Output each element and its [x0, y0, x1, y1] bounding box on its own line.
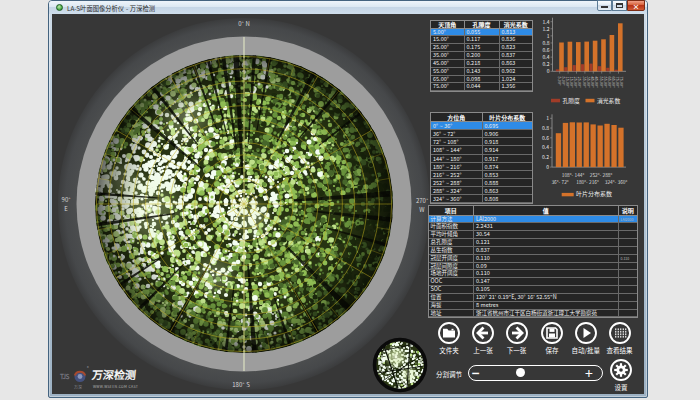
svg-text:0: 0: [546, 163, 549, 170]
svg-text:0.4: 0.4: [542, 143, 549, 150]
svg-text:叶片分布系数: 叶片分布系数: [576, 189, 612, 198]
svg-text:1: 1: [546, 114, 549, 121]
svg-text:0.8: 0.8: [542, 124, 549, 131]
svg-text:0.2: 0.2: [542, 153, 549, 160]
svg-text:324°- 360°: 324°- 360°: [605, 178, 628, 185]
svg-text:180°- 216°: 180°- 216°: [576, 178, 599, 185]
svg-text:36°- 72°: 36°- 72°: [551, 178, 568, 185]
svg-text:0.6: 0.6: [542, 134, 549, 141]
